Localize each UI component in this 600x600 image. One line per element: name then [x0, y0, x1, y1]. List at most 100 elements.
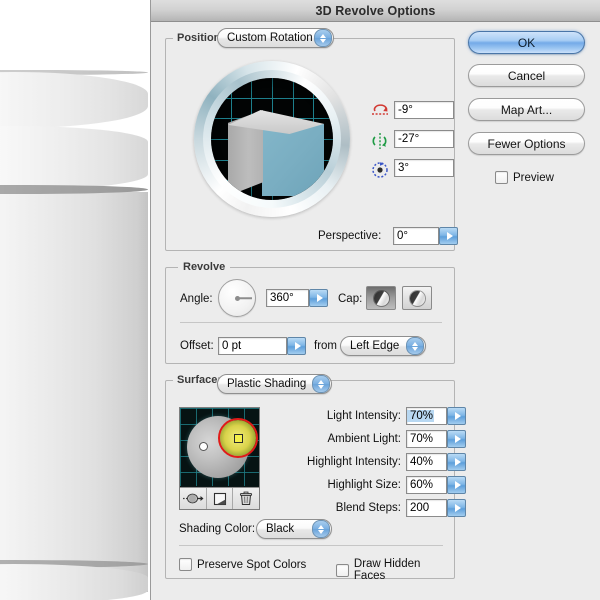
angle-dial-hub	[234, 295, 240, 301]
cube-front-face	[262, 124, 324, 196]
chevron-updown-icon[interactable]	[312, 520, 330, 538]
surface-shading-popup[interactable]: Plastic Shading	[217, 374, 332, 394]
chevron-updown-icon[interactable]	[312, 375, 330, 393]
highlight-size-field[interactable]: 60%	[406, 476, 447, 494]
shading-color-value: Black	[266, 523, 295, 535]
highlight-size-label: Highlight Size:	[327, 479, 401, 491]
3d-trackball-widget[interactable]	[194, 61, 350, 217]
divider	[179, 545, 443, 546]
delete-light-trash-icon[interactable]	[233, 488, 259, 509]
offset-from-value: Left Edge	[350, 340, 400, 352]
highlight-size-value: 60%	[410, 479, 434, 491]
light-toolbar	[180, 487, 259, 509]
perspective-stepper-button[interactable]	[439, 227, 458, 245]
angle-dial[interactable]	[218, 279, 256, 317]
rotate-y-axis-icon	[372, 133, 387, 149]
light-intensity-value: 70%	[407, 410, 435, 422]
angle-stepper-button[interactable]	[309, 289, 328, 307]
light-intensity-label: Light Intensity:	[326, 410, 401, 422]
cylinder-mid-band	[0, 126, 148, 190]
ambient-light-stepper-button[interactable]	[447, 430, 466, 448]
rotate-x-field[interactable]: -9°	[394, 101, 454, 119]
cancel-button[interactable]: Cancel	[468, 64, 585, 87]
preview-checkbox[interactable]	[495, 171, 508, 184]
perspective-label: Perspective:	[318, 230, 382, 242]
angle-value: 360°	[270, 292, 294, 304]
cap-on-glyph	[373, 290, 389, 306]
preserve-spot-colors-row[interactable]: Preserve Spot Colors	[179, 558, 306, 571]
perspective-value: 0°	[397, 230, 408, 242]
offset-stepper-button[interactable]	[287, 337, 306, 355]
angle-label: Angle:	[180, 293, 213, 305]
ambient-light-value: 70%	[410, 433, 434, 445]
ambient-light-label: Ambient Light:	[327, 433, 401, 445]
inactive-light-handle[interactable]	[199, 442, 208, 451]
cap-off-icon[interactable]	[402, 286, 432, 310]
revolve-group-label: Revolve	[178, 261, 231, 273]
light-stage[interactable]	[180, 408, 259, 486]
dialog-title: 3D Revolve Options	[315, 3, 436, 18]
surface-group: Surface: Light Intensity: 70% Ambient Li…	[165, 374, 466, 582]
highlight-size-stepper-button[interactable]	[447, 476, 466, 494]
cylinder-base	[0, 564, 148, 600]
fewer-options-button[interactable]: Fewer Options	[468, 132, 585, 155]
rotate-z-field[interactable]: 3°	[394, 159, 454, 177]
highlight-intensity-stepper-button[interactable]	[447, 453, 466, 471]
offset-label: Offset:	[180, 340, 214, 352]
offset-from-popup[interactable]: Left Edge	[340, 336, 426, 356]
shading-color-popup[interactable]: Black	[256, 519, 332, 539]
preview-label: Preview	[513, 171, 554, 184]
preview-checkbox-row[interactable]: Preview	[495, 171, 554, 184]
new-light-icon[interactable]	[207, 488, 234, 509]
trackball-globe[interactable]	[211, 78, 333, 200]
rotate-x-axis-icon	[372, 104, 388, 115]
cap-label: Cap:	[338, 293, 363, 305]
dialog-titlebar[interactable]: 3D Revolve Options	[151, 0, 600, 22]
ok-button[interactable]: OK	[468, 31, 585, 54]
position-preset-popup[interactable]: Custom Rotation	[217, 28, 334, 48]
blend-steps-field[interactable]: 200	[406, 499, 447, 517]
cylinder-top-lip	[0, 72, 148, 128]
blend-steps-stepper-button[interactable]	[447, 499, 466, 517]
move-light-behind-icon[interactable]	[180, 488, 207, 509]
perspective-field[interactable]: 0°	[393, 227, 439, 245]
rotate-y-field[interactable]: -27°	[394, 130, 454, 148]
offset-field[interactable]: 0 pt	[218, 337, 287, 355]
from-label: from	[314, 340, 337, 352]
surface-shading-value: Plastic Shading	[227, 378, 307, 390]
preserve-spot-colors-checkbox[interactable]	[179, 558, 192, 571]
angle-field[interactable]: 360°	[266, 289, 309, 307]
chevron-updown-icon[interactable]	[406, 337, 424, 355]
rotate-x-value: -9°	[398, 104, 413, 116]
ambient-light-field[interactable]: 70%	[406, 430, 447, 448]
cap-on-icon[interactable]	[366, 286, 396, 310]
position-group: Position: -9° -27° 3° Perspective: 0°	[165, 32, 458, 251]
rotate-z-axis-icon	[372, 162, 388, 178]
position-preset-value: Custom Rotation	[227, 32, 313, 44]
draw-hidden-faces-row[interactable]: Draw Hidden Faces	[336, 558, 454, 582]
offset-value: 0 pt	[222, 340, 242, 352]
highlight-intensity-value: 40%	[410, 456, 434, 468]
rotate-z-value: 3°	[398, 162, 409, 174]
light-intensity-stepper-button[interactable]	[447, 407, 466, 425]
blend-steps-label: Blend Steps:	[335, 502, 401, 514]
draw-hidden-faces-checkbox[interactable]	[336, 563, 349, 577]
revolve-group: Revolve Angle: 360° Cap: Offset: 0 pt fr…	[165, 261, 455, 364]
draw-hidden-faces-label: Draw Hidden Faces	[353, 558, 421, 582]
rotate-y-value: -27°	[398, 133, 420, 145]
preserve-spot-colors-label: Preserve Spot Colors	[197, 558, 307, 571]
divider	[180, 322, 442, 323]
cap-off-glyph	[409, 290, 425, 306]
cylinder-body	[0, 192, 148, 592]
blend-steps-value: 200	[410, 502, 430, 514]
light-sphere-preview[interactable]	[179, 407, 260, 510]
chevron-updown-icon[interactable]	[314, 29, 332, 47]
highlight-intensity-label: Highlight Intensity:	[307, 456, 401, 468]
highlight-intensity-field[interactable]: 40%	[406, 453, 447, 471]
map-art-button[interactable]: Map Art...	[468, 98, 585, 121]
light-intensity-field[interactable]: 70%	[406, 407, 447, 425]
shading-color-label: Shading Color:	[179, 523, 256, 535]
3d-revolve-options-dialog: 3D Revolve Options OK Cancel Map Art... …	[150, 0, 600, 600]
selected-light-handle[interactable]	[234, 434, 243, 443]
trackball-cube	[228, 110, 324, 196]
